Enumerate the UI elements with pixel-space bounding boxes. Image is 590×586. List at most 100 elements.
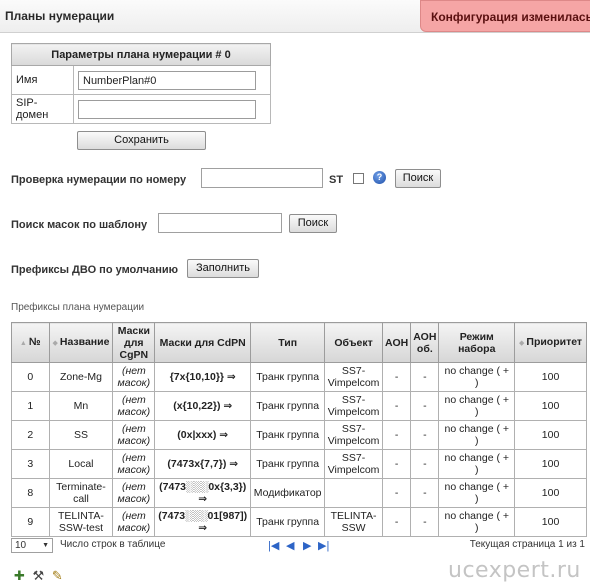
col-dial-mode[interactable]: Режим набора xyxy=(438,322,516,363)
params-title: Параметры плана нумерации # 0 xyxy=(11,43,271,66)
prefixes-section-title: Префиксы плана нумерации xyxy=(11,302,145,313)
last-page-icon[interactable]: ▶| xyxy=(318,539,329,552)
toolbar: ✚ ⚒ ✎ xyxy=(14,568,67,584)
col-number[interactable]: ▲ № xyxy=(11,322,50,363)
cell-priority: 100 xyxy=(514,478,587,508)
cell-cgpn: (нет масок) xyxy=(112,449,156,479)
sort-icon: ◆ xyxy=(519,339,525,347)
cell-priority: 100 xyxy=(514,362,587,392)
cell-type: Транк группа xyxy=(250,420,326,450)
cell-aon: - xyxy=(382,478,412,508)
mask-search-button[interactable]: Поиск xyxy=(289,214,337,233)
first-page-icon[interactable]: |◀ xyxy=(268,539,279,552)
cell-priority: 100 xyxy=(514,391,587,421)
cell-aon: - xyxy=(382,362,412,392)
tools-icon[interactable]: ⚒ xyxy=(33,568,45,583)
col-aon-ob[interactable]: АОН об. xyxy=(410,322,440,363)
vas-prefix-label: Префиксы ДВО по умолчанию xyxy=(11,264,179,276)
numbering-plan-params: Параметры плана нумерации # 0 Имя Number… xyxy=(11,43,271,124)
rows-per-page-label: Число строк в таблице xyxy=(60,539,166,550)
table-row[interactable]: 1 Mn (нет масок) (x{10,22}) ⇒ Транк груп… xyxy=(11,391,587,421)
cell-number: 9 xyxy=(11,507,50,537)
cell-type: Транк группа xyxy=(250,391,326,421)
help-icon[interactable]: ? xyxy=(373,171,386,184)
name-input[interactable]: NumberPlan#0 xyxy=(78,70,256,90)
cell-cgpn: (нет масок) xyxy=(112,507,156,537)
cell-aon: - xyxy=(382,420,412,450)
cell-type: Транк группа xyxy=(250,362,326,392)
cell-cdpn: {7x{10,10}} ⇒ xyxy=(154,362,252,392)
cell-cdpn: (7473░░░0x{3,3}) ⇒ xyxy=(154,478,252,508)
cell-type: Транк группа xyxy=(250,507,326,537)
table-row[interactable]: 0 Zone-Mg (нет масок) {7x{10,10}} ⇒ Тран… xyxy=(11,362,587,392)
table-row[interactable]: 9 TELINTA-SSW-test (нет масок) (7473░░░0… xyxy=(11,507,587,537)
sort-icon: ◆ xyxy=(52,339,58,347)
number-check-input[interactable] xyxy=(201,168,323,188)
cell-priority: 100 xyxy=(514,449,587,479)
chevron-down-icon: ▼ xyxy=(42,542,49,549)
cell-dial-mode: no change ( + ) xyxy=(438,449,516,479)
table-row[interactable]: 3 Local (нет масок) (7473x{7,7}) ⇒ Транк… xyxy=(11,449,587,479)
cell-dial-mode: no change ( + ) xyxy=(438,391,516,421)
st-label: ST xyxy=(329,174,344,186)
fill-button[interactable]: Заполнить xyxy=(187,259,259,278)
cell-dial-mode: no change ( + ) xyxy=(438,507,516,537)
prefixes-table: ▲ № ◆ Название Маски для CgPN Маски для Cd… xyxy=(11,322,587,537)
watermark: ucexpert.ru xyxy=(448,558,581,583)
col-priority[interactable]: ◆ Приоритет xyxy=(514,322,587,363)
cell-name[interactable]: Local xyxy=(48,449,114,479)
cell-object: SS7-Vimpelcom xyxy=(324,420,384,450)
save-button[interactable]: Сохранить xyxy=(77,131,206,150)
next-page-icon[interactable]: ▶ xyxy=(303,539,311,552)
cell-aon-ob: - xyxy=(410,420,440,450)
cell-aon: - xyxy=(382,391,412,421)
col-aon[interactable]: АОН xyxy=(382,322,412,363)
sip-domain-label: SIP-домен xyxy=(11,94,74,124)
cell-number: 0 xyxy=(11,362,50,392)
col-type[interactable]: Тип xyxy=(250,322,326,363)
cell-priority: 100 xyxy=(514,420,587,450)
sip-domain-input[interactable] xyxy=(78,99,256,119)
table-row[interactable]: 2 SS (нет масок) (0x|xxx) ⇒ Транк группа… xyxy=(11,420,587,450)
mask-search-label: Поиск масок по шаблону xyxy=(11,219,148,231)
cell-object: SS7-Vimpelcom xyxy=(324,449,384,479)
cell-cgpn: (нет масок) xyxy=(112,362,156,392)
cell-name[interactable]: TELINTA-SSW-test xyxy=(48,507,114,537)
rows-per-page-select[interactable]: 10 ▼ xyxy=(11,538,53,553)
mask-search-input[interactable] xyxy=(158,213,282,233)
table-pager: 10 ▼ Число строк в таблице |◀ ◀ ▶ ▶| Тек… xyxy=(11,538,587,554)
check-search-button[interactable]: Поиск xyxy=(395,169,441,188)
col-object[interactable]: Объект xyxy=(324,322,384,363)
cell-name[interactable]: Zone-Mg xyxy=(48,362,114,392)
cell-cdpn: (0x|xxx) ⇒ xyxy=(154,420,252,450)
col-cgpn-masks[interactable]: Маски для CgPN xyxy=(112,322,156,363)
cell-aon-ob: - xyxy=(410,507,440,537)
cell-dial-mode: no change ( + ) xyxy=(438,420,516,450)
name-label: Имя xyxy=(11,65,74,95)
cell-object xyxy=(324,478,384,508)
number-check-label: Проверка нумерации по номеру xyxy=(11,174,187,186)
page-info: Текущая страница 1 из 1 xyxy=(469,539,585,550)
col-name[interactable]: ◆ Название xyxy=(48,322,114,363)
cell-object: TELINTA-SSW xyxy=(324,507,384,537)
edit-icon[interactable]: ✎ xyxy=(52,568,63,583)
cell-number: 3 xyxy=(11,449,50,479)
cell-dial-mode: no change ( + ) xyxy=(438,478,516,508)
cell-number: 8 xyxy=(11,478,50,508)
cell-name[interactable]: SS xyxy=(48,420,114,450)
cell-priority: 100 xyxy=(514,507,587,537)
cell-name[interactable]: Mn xyxy=(48,391,114,421)
cell-name[interactable]: Terminate-call xyxy=(48,478,114,508)
cell-aon-ob: - xyxy=(410,478,440,508)
sort-icon: ▲ xyxy=(19,339,27,347)
prev-page-icon[interactable]: ◀ xyxy=(286,539,294,552)
cell-cgpn: (нет масок) xyxy=(112,478,156,508)
table-row[interactable]: 8 Terminate-call (нет масок) (7473░░░0x{… xyxy=(11,478,587,508)
col-cdpn-masks[interactable]: Маски для CdPN xyxy=(154,322,252,363)
add-icon[interactable]: ✚ xyxy=(14,568,25,583)
config-changed-notice[interactable]: Конфигурация изменилась, xyxy=(420,0,590,32)
st-checkbox[interactable] xyxy=(353,173,364,184)
cell-object: SS7-Vimpelcom xyxy=(324,362,384,392)
cell-aon: - xyxy=(382,449,412,479)
cell-cdpn: (7473x{7,7}) ⇒ xyxy=(154,449,252,479)
